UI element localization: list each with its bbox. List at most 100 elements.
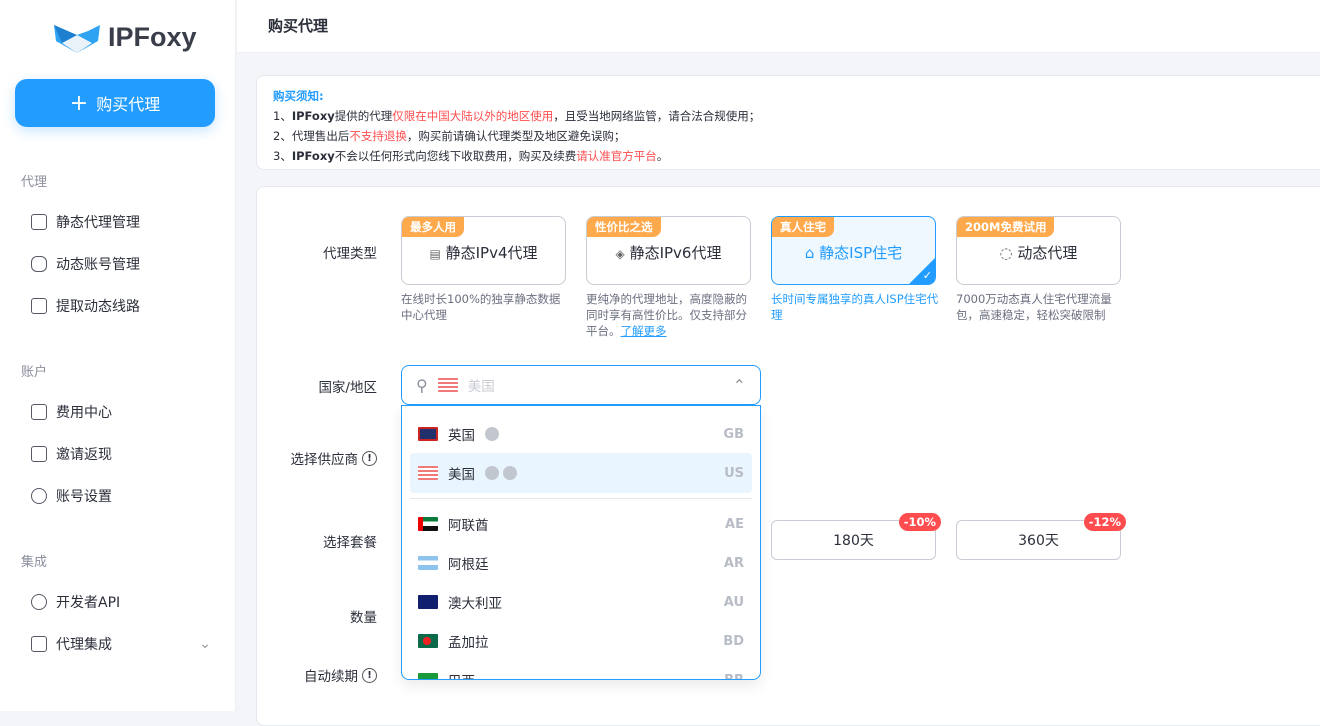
tag: 最多人用 xyxy=(402,217,464,237)
plan-label: 180天 xyxy=(833,533,874,549)
type-desc: 长时间专属独享的真人ISP住宅代理 xyxy=(771,292,939,322)
page-title: 购买代理 xyxy=(268,17,329,35)
nav-label: 静态代理管理 xyxy=(56,215,140,231)
plan-360-days[interactable]: 360天 -12% xyxy=(956,513,1126,560)
home-icon: ⌂ xyxy=(804,244,815,262)
nav-referral[interactable]: 邀请返现 xyxy=(31,444,112,464)
ae-flag-icon xyxy=(418,517,438,531)
nav-proxy-integration[interactable]: 代理集成 ⌄ xyxy=(31,634,211,654)
fire-icon xyxy=(503,466,517,480)
discount-badge: -12% xyxy=(1083,513,1126,531)
brand-name: IPFoxy xyxy=(108,22,197,52)
au-flag-icon xyxy=(418,595,438,609)
country-input[interactable]: 美国 xyxy=(468,375,723,395)
clock-icon xyxy=(485,427,499,441)
country-option[interactable]: 澳大利亚 AU xyxy=(410,582,752,622)
header xyxy=(237,0,1320,53)
nav-label: 邀请返现 xyxy=(56,447,112,463)
type-desc: 7000万动态真人住宅代理流量包，高速稳定，轻松突破限制 xyxy=(956,292,1112,322)
country-dropdown: 英国GB 美国US 阿联酋AE 阿根廷AR 澳大利亚AU 孟加拉BD 巴西BR xyxy=(401,405,761,680)
section-integration: 集成 xyxy=(21,555,48,570)
nav-developer-api[interactable]: 开发者API xyxy=(31,592,120,612)
br-flag-icon xyxy=(418,673,438,679)
country-option[interactable]: 阿联酋 AE xyxy=(410,504,752,544)
nav-label: 提取动态线路 xyxy=(56,299,140,315)
purchase-notice: 购买须知: 1、IPFoxy提供的代理仅限在中国大陆以外的地区使用，且受当地网络… xyxy=(256,75,1320,170)
fox-logo-icon xyxy=(54,24,100,53)
type-desc: 更纯净的代理地址，高度隐蔽的同时享有高性价比。仅支持部分平台。了解更多 xyxy=(586,292,747,338)
country-option[interactable]: 美国 US xyxy=(410,453,752,493)
notice-heading: 购买须知: xyxy=(273,89,324,103)
user-icon xyxy=(31,488,47,504)
us-flag-icon xyxy=(437,378,458,392)
logo: IPFoxy xyxy=(52,22,197,53)
monitor-icon xyxy=(31,214,47,230)
country-select[interactable]: ⚲ 美国 ⌃ xyxy=(401,365,761,405)
dollar-icon xyxy=(31,446,47,462)
chevron-down-icon: ⌄ xyxy=(199,636,211,652)
nodes-icon xyxy=(31,636,47,652)
discount-badge: -10% xyxy=(898,513,941,531)
nav-static-proxy[interactable]: 静态代理管理 xyxy=(31,212,140,232)
server-icon xyxy=(31,298,47,314)
type-card-ipv4[interactable]: 最多人用 ▤ 静态IPv4代理 xyxy=(401,216,566,285)
card-icon xyxy=(31,404,47,420)
buy-proxy-label: 购买代理 xyxy=(96,95,161,114)
notice-line-3: 3、IPFoxy不会以任何形式向您线下收取费用，购买及续费请认准官方平台。 xyxy=(273,149,669,163)
type-card-isp[interactable]: 真人住宅 ⌂ 静态ISP住宅 ✓ xyxy=(771,216,936,285)
label-country: 国家/地区 xyxy=(318,380,377,396)
country-option[interactable]: 巴西BR xyxy=(410,660,752,679)
nav-billing[interactable]: 费用中心 xyxy=(31,402,112,422)
plan-180-days[interactable]: 180天 -10% xyxy=(771,513,941,560)
info-icon[interactable]: ! xyxy=(362,450,377,466)
divider xyxy=(410,498,752,499)
country-option[interactable]: 孟加拉 BD xyxy=(410,621,752,661)
type-desc: 在线时长100%的独享静态数据中心代理 xyxy=(401,292,561,322)
label-auto-renew: 自动续期! xyxy=(247,665,377,685)
nav-dynamic-account[interactable]: 动态账号管理 xyxy=(31,254,140,274)
gb-flag-icon xyxy=(418,427,438,441)
layers-icon: ◈ xyxy=(615,247,625,261)
plus-icon: + xyxy=(69,90,89,116)
notice-line-2: 2、代理售出后不支持退换，购买前请确认代理类型及地区避免误购； xyxy=(273,129,626,143)
bd-flag-icon xyxy=(418,634,438,648)
us-flag-icon xyxy=(418,466,438,480)
ar-flag-icon xyxy=(418,556,438,570)
sidebar: IPFoxy + 购买代理 代理 静态代理管理 动态账号管理 提取动态线路 账户 … xyxy=(0,0,236,711)
nav-label: 账号设置 xyxy=(56,489,112,505)
type-name: 静态IPv4代理 xyxy=(445,244,538,262)
country-option[interactable]: 英国 GB xyxy=(410,414,752,454)
type-card-dynamic[interactable]: 200M免费试用 ◌ 动态代理 xyxy=(956,216,1121,285)
type-name: 静态ISP住宅 xyxy=(819,244,903,262)
type-card-ipv6[interactable]: 性价比之选 ◈ 静态IPv6代理 xyxy=(586,216,751,285)
check-icon: ✓ xyxy=(922,269,932,282)
type-name: 动态代理 xyxy=(1017,244,1078,262)
section-proxy: 代理 xyxy=(21,175,48,190)
label-proxy-type: 代理类型 xyxy=(323,246,377,262)
nav-label: 动态账号管理 xyxy=(56,257,140,273)
buy-proxy-button[interactable]: + 购买代理 xyxy=(15,79,215,127)
type-name: 静态IPv6代理 xyxy=(629,244,722,262)
label-provider: 选择供应商! xyxy=(247,448,377,468)
clock-icon xyxy=(485,466,499,480)
nav-label: 代理集成 xyxy=(56,637,112,653)
nav-label: 费用中心 xyxy=(56,405,112,421)
section-account: 账户 xyxy=(21,365,48,380)
nav-account-settings[interactable]: 账号设置 xyxy=(31,486,112,506)
tag: 200M免费试用 xyxy=(957,217,1055,237)
search-icon: ⚲ xyxy=(416,375,428,395)
label-quantity: 数量 xyxy=(350,610,377,626)
fingerprint-icon xyxy=(31,594,47,610)
plan-label: 360天 xyxy=(1018,533,1059,549)
refresh-icon: ◌ xyxy=(999,244,1013,262)
sliders-icon xyxy=(31,256,47,272)
learn-more-link[interactable]: 了解更多 xyxy=(621,324,667,338)
nav-extract-lines[interactable]: 提取动态线路 xyxy=(31,296,140,316)
info-icon[interactable]: ! xyxy=(362,667,377,683)
tag: 性价比之选 xyxy=(587,217,661,237)
nav-label: 开发者API xyxy=(56,595,121,611)
notice-line-1: 1、IPFoxy提供的代理仅限在中国大陆以外的地区使用，且受当地网络监管，请合法… xyxy=(273,109,761,123)
country-option[interactable]: 阿根廷 AR xyxy=(410,543,752,583)
tag: 真人住宅 xyxy=(772,217,834,237)
label-plan: 选择套餐 xyxy=(323,535,377,551)
